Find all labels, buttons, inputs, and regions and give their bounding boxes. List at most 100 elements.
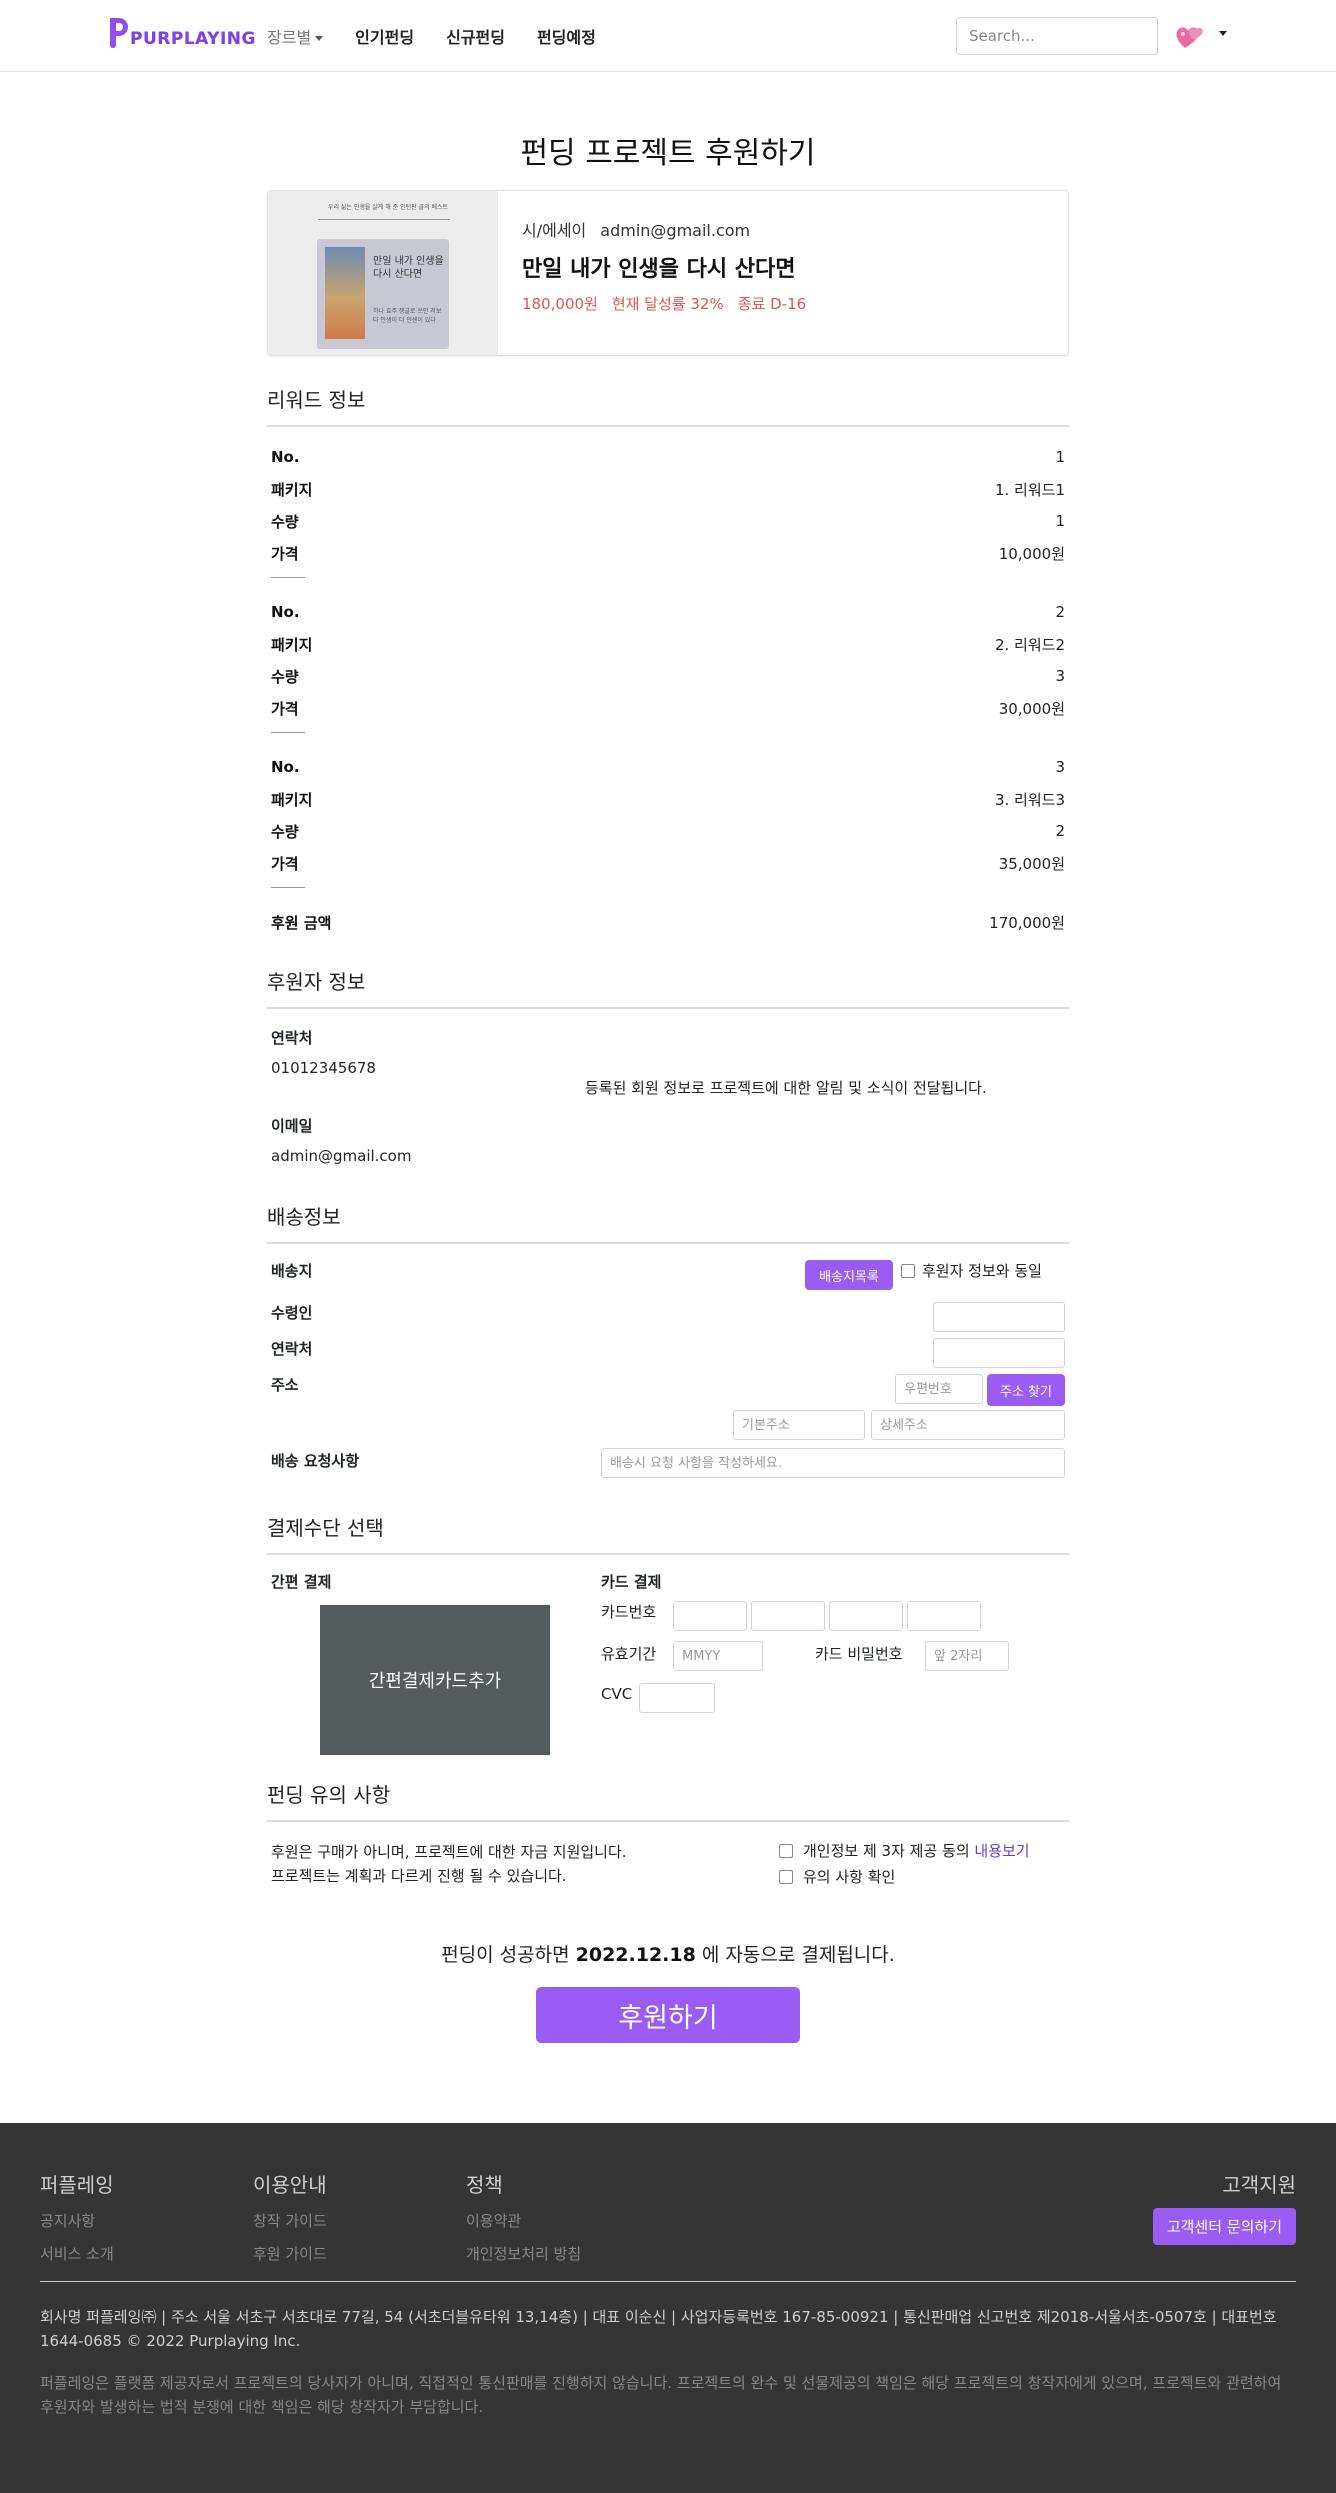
nav-popular[interactable]: 인기펀딩 bbox=[355, 24, 414, 48]
reward-price: 30,000원 bbox=[998, 699, 1065, 718]
card-password-input[interactable] bbox=[925, 1641, 1009, 1671]
auto-pay-suffix: 에 자동으로 결제됩니다. bbox=[701, 1944, 895, 1966]
reward-package: 1. 리워드1 bbox=[994, 480, 1065, 499]
notice-line-2: 프로젝트는 계획과 다르게 진행 될 수 있습니다. bbox=[271, 1867, 567, 1885]
same-as-backer-checkbox[interactable] bbox=[901, 1264, 915, 1278]
address-label: 주소 bbox=[271, 1376, 299, 1394]
reward-qty: 3 bbox=[1055, 667, 1065, 685]
backer-note: 등록된 회원 정보로 프로젝트에 대한 알림 및 소식이 전달됩니다. bbox=[585, 1079, 987, 1097]
footer-col-title: 정책 bbox=[466, 2173, 503, 2197]
payment-section: 간편 결제 간편결제카드추가 카드 결제 카드번호 유효기간 카드 비밀번호 C… bbox=[267, 1555, 1069, 1765]
divider bbox=[271, 732, 305, 733]
reward-package: 2. 리워드2 bbox=[994, 635, 1065, 654]
total-label: 후원 금액 bbox=[271, 913, 332, 932]
cvc-label: CVC bbox=[601, 1685, 633, 1703]
card-pay-label: 카드 결제 bbox=[601, 1573, 662, 1591]
card-number-input-3[interactable] bbox=[829, 1601, 903, 1631]
project-category: 시/에세이 bbox=[522, 221, 587, 240]
footer-link-about[interactable]: 서비스 소개 bbox=[40, 2243, 114, 2264]
reward-package-label: 패키지 bbox=[271, 480, 313, 499]
privacy-agree-label-wrap: 개인정보 제 3자 제공 동의 내용보기 bbox=[803, 1840, 1030, 1861]
base-address-input[interactable] bbox=[733, 1410, 865, 1440]
notice-confirm-label: 유의 사항 확인 bbox=[803, 1868, 896, 1886]
heart-avatar-icon[interactable] bbox=[1174, 18, 1208, 52]
detail-address-input[interactable] bbox=[871, 1410, 1065, 1440]
reward-package-label: 패키지 bbox=[271, 790, 313, 809]
nav-new[interactable]: 신규펀딩 bbox=[446, 24, 505, 48]
nav-upcoming[interactable]: 펀딩예정 bbox=[537, 24, 596, 48]
easy-pay-label: 간편 결제 bbox=[271, 1573, 332, 1591]
support-title: 고객지원 bbox=[1222, 2173, 1296, 2197]
ship-contact-input[interactable] bbox=[933, 1338, 1065, 1368]
reward-price: 35,000원 bbox=[998, 854, 1065, 873]
privacy-agree-checkbox[interactable] bbox=[779, 1844, 793, 1858]
project-cover-image: 우리 삶는 인생을 살게 해 준 인턴판 골의 베스트 만일 내가 인생을 다시… bbox=[268, 191, 498, 355]
privacy-view-link[interactable]: 내용보기 bbox=[974, 1842, 1029, 1860]
reward-package-label: 패키지 bbox=[271, 635, 313, 654]
backer-contact-value: 01012345678 bbox=[271, 1059, 376, 1077]
search-input[interactable] bbox=[956, 17, 1158, 55]
expiry-label: 유효기간 bbox=[601, 1645, 657, 1663]
reward-list: No. 1 패키지 1. 리워드1 수량 1 가격 10,000원 No. 2 패키지 2.… bbox=[267, 441, 1069, 938]
nav-genre-dropdown[interactable]: 장르별 bbox=[267, 24, 324, 48]
card-number-input-4[interactable] bbox=[907, 1601, 981, 1631]
find-address-button[interactable]: 주소 찾기 bbox=[987, 1374, 1065, 1406]
footer: 퍼플레잉 공지사항 서비스 소개 이용안내 창작 가이드 후원 가이드 정책 이… bbox=[0, 2123, 1336, 2493]
auto-pay-date: 2022.12.18 bbox=[575, 1944, 696, 1966]
chevron-down-icon bbox=[315, 36, 324, 41]
footer-link-creator-guide[interactable]: 창작 가이드 bbox=[253, 2210, 327, 2231]
same-as-backer-label: 후원자 정보와 동일 bbox=[922, 1262, 1042, 1280]
cvc-input[interactable] bbox=[639, 1683, 715, 1713]
project-goal: 180,000원 bbox=[522, 295, 598, 313]
footer-col-title: 퍼플레잉 bbox=[40, 2173, 114, 2197]
reward-no: 3 bbox=[1055, 758, 1065, 776]
user-menu-caret-icon[interactable] bbox=[1219, 31, 1227, 36]
card-number-input-2[interactable] bbox=[751, 1601, 825, 1631]
reward-price-label: 가격 bbox=[271, 699, 299, 718]
backer-contact-label: 연락처 bbox=[271, 1029, 313, 1047]
reward-price-label: 가격 bbox=[271, 544, 299, 563]
backer-email-label: 이메일 bbox=[271, 1117, 313, 1135]
recipient-input[interactable] bbox=[933, 1302, 1065, 1332]
footer-link-terms[interactable]: 이용약관 bbox=[466, 2210, 581, 2231]
request-input[interactable] bbox=[601, 1448, 1065, 1478]
reward-qty: 2 bbox=[1055, 822, 1065, 840]
company-info: 회사명 퍼플레잉㈜ | 주소 서울 서초구 서초대로 77길, 54 (서초더블… bbox=[40, 2308, 1277, 2350]
notice-confirm-checkbox[interactable] bbox=[779, 1870, 793, 1884]
project-card: 우리 삶는 인생을 살게 해 준 인턴판 골의 베스트 만일 내가 인생을 다시… bbox=[267, 190, 1069, 356]
reward-item: No. 1 패키지 1. 리워드1 수량 1 가격 10,000원 bbox=[271, 441, 1065, 578]
reward-no: 2 bbox=[1055, 603, 1065, 621]
request-label: 배송 요청사항 bbox=[271, 1452, 360, 1470]
total-value: 170,000원 bbox=[989, 913, 1065, 932]
dest-label: 배송지 bbox=[271, 1262, 313, 1280]
reward-price: 10,000원 bbox=[998, 544, 1065, 563]
backer-section-title: 후원자 정보 bbox=[267, 966, 1069, 1009]
footer-link-backer-guide[interactable]: 후원 가이드 bbox=[253, 2243, 327, 2264]
project-name: 만일 내가 인생을 다시 산다면 bbox=[522, 257, 796, 282]
card-number-input-1[interactable] bbox=[673, 1601, 747, 1631]
auto-pay-notice: 펀딩이 성공하면 2022.12.18 에 자동으로 결제됩니다. bbox=[267, 1940, 1069, 1967]
address-list-button[interactable]: 배송지목록 bbox=[805, 1260, 893, 1290]
card-number-label: 카드번호 bbox=[601, 1603, 657, 1621]
expiry-input[interactable] bbox=[673, 1641, 763, 1671]
reward-no: 1 bbox=[1055, 448, 1065, 466]
footer-link-notice[interactable]: 공지사항 bbox=[40, 2210, 114, 2231]
logo-icon bbox=[108, 18, 128, 48]
footer-divider bbox=[40, 2281, 1296, 2282]
reward-qty: 1 bbox=[1055, 512, 1065, 530]
backer-email-value: admin@gmail.com bbox=[271, 1147, 412, 1165]
page-title: 펀딩 프로젝트 후원하기 bbox=[520, 136, 816, 171]
footer-col-title: 이용안내 bbox=[253, 2173, 327, 2197]
shipping-form: 배송지 배송지목록 후원자 정보와 동일 수령인 연락처 주소 주소 찾기 배송… bbox=[267, 1244, 1069, 1494]
reward-qty-label: 수량 bbox=[271, 512, 299, 531]
add-easy-pay-card-button[interactable]: 간편결제카드추가 bbox=[320, 1605, 550, 1755]
zip-input[interactable] bbox=[895, 1374, 983, 1404]
contact-support-button[interactable]: 고객센터 문의하기 bbox=[1152, 2208, 1296, 2245]
reward-qty-label: 수량 bbox=[271, 667, 299, 686]
recipient-label: 수령인 bbox=[271, 1304, 313, 1322]
submit-pledge-button[interactable]: 후원하기 bbox=[536, 1987, 800, 2043]
project-rate: 현재 달성률 32% bbox=[611, 295, 724, 313]
book-cover-title: 만일 내가 인생을 다시 산다면 bbox=[373, 256, 444, 280]
footer-link-privacy[interactable]: 개인정보처리 방침 bbox=[466, 2243, 581, 2264]
logo[interactable]: PURPLAYING bbox=[108, 18, 256, 48]
